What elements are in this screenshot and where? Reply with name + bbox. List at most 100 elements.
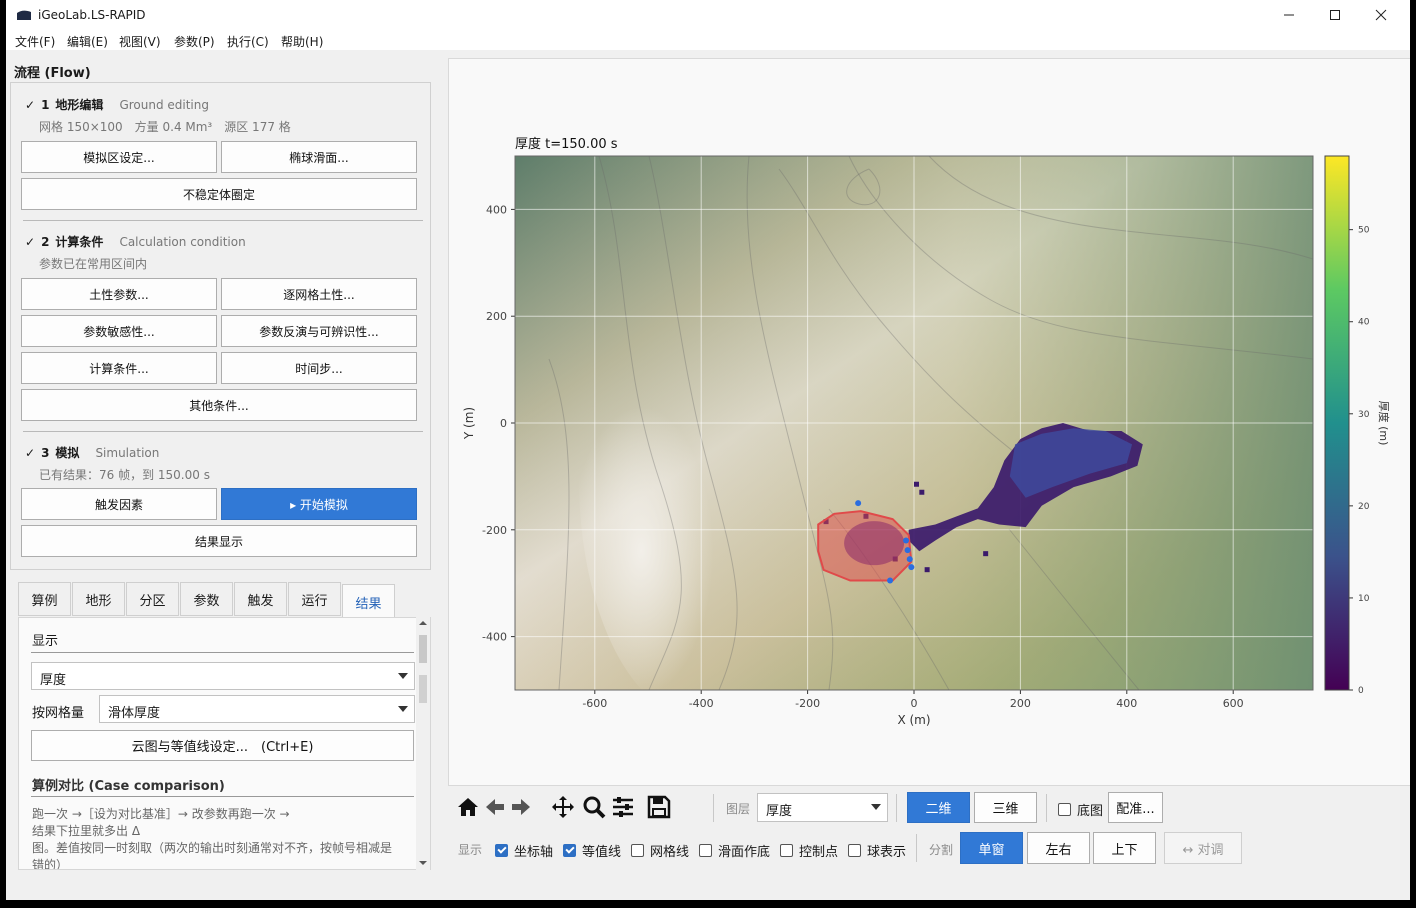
calc-conditions-button[interactable]: 计算条件... — [21, 352, 217, 384]
results-panel: 显示 厚度 按网格量 滑体厚度 云图与等值线设定... (Ctrl+E) 算例对… — [18, 617, 431, 870]
colorbar-tick-label: 10 — [1358, 594, 1370, 604]
tab-results[interactable]: 结果 — [342, 584, 395, 620]
y-axis-label: Y (m) — [462, 407, 476, 440]
sphere-checkbox[interactable]: 球表示 — [848, 841, 906, 860]
display-select[interactable]: 厚度 — [31, 662, 415, 690]
case-comparison-title: 算例对比 (Case comparison) — [32, 779, 225, 794]
grid-quantity-select[interactable]: 滑体厚度 — [99, 695, 415, 723]
step3-header: ✓ 3 模拟 Simulation — [25, 446, 160, 460]
show-results-button[interactable]: 结果显示 — [21, 525, 417, 557]
save-icon[interactable] — [646, 794, 672, 820]
flow-box: ✓ 1 地形编辑 Ground editing 网格 150×100 方量 0.4 M… — [10, 82, 431, 570]
zoom-icon[interactable] — [581, 794, 607, 820]
contours-checkbox[interactable]: 等值线 — [563, 841, 621, 860]
y-tick-label: 0 — [500, 417, 507, 430]
register-button[interactable]: 配准... — [1108, 792, 1163, 823]
home-icon[interactable] — [455, 794, 481, 820]
divider — [713, 794, 714, 822]
divider — [31, 652, 414, 653]
tab-run[interactable]: 运行 — [288, 582, 341, 616]
basemap-checkbox[interactable]: 底图 — [1058, 800, 1103, 819]
ellipsoid-surface-button[interactable]: 椭球滑面... — [221, 141, 417, 173]
control-point-marker — [903, 537, 910, 544]
back-icon[interactable] — [482, 794, 508, 820]
step3-summary: 已有结果：76 帧，到 150.00 s — [39, 468, 210, 482]
view-3d-button[interactable]: 三维 — [974, 792, 1037, 823]
sim-area-button[interactable]: 模拟区设定... — [21, 141, 217, 173]
control-point-marker — [906, 556, 913, 563]
step1-header: ✓ 1 地形编辑 Ground editing — [25, 98, 209, 112]
colorbar-tick-label: 20 — [1358, 502, 1370, 512]
thickness-map: -600 -400 -200 0 200 400 6004002000-200-400 50… — [462, 136, 1391, 727]
comparison-note-1: 跑一次 →［设为对比基准］→ 改参数再跑一次 → — [32, 807, 290, 821]
layer-select[interactable]: 厚度 — [757, 793, 888, 822]
step2-header: ✓ 2 计算条件 Calculation condition — [25, 235, 246, 249]
divider — [23, 220, 423, 221]
per-cell-soil-button[interactable]: 逐网格土性... — [221, 278, 417, 310]
menu-edit[interactable]: 编辑(E) — [67, 33, 108, 50]
other-conditions-button[interactable]: 其他条件... — [21, 389, 417, 421]
left-panel: 流程 (Flow) ✓ 1 地形编辑 Ground editing 网格 150×10… — [6, 50, 436, 870]
comparison-note-3: 图。差值按同一时刻取（两次的输出时刻通常对不齐，按帧号相减是 — [32, 841, 393, 855]
single-window-button[interactable]: 单窗 — [960, 832, 1023, 864]
forward-icon[interactable] — [508, 794, 534, 820]
colorbar-label: 厚度 (m) — [1377, 401, 1391, 446]
divider — [916, 834, 917, 862]
soil-params-button[interactable]: 土性参数... — [21, 278, 217, 310]
settings-icon[interactable] — [610, 794, 636, 820]
menu-view[interactable]: 视图(V) — [119, 33, 161, 50]
contour-settings-button[interactable]: 云图与等值线设定... (Ctrl+E) — [31, 730, 414, 761]
slip-surface-checkbox[interactable]: 滑面作底 — [699, 841, 770, 860]
pan-icon[interactable] — [550, 794, 576, 820]
menu-run[interactable]: 执行(C) — [227, 33, 269, 50]
x-tick-label: -200 — [795, 697, 820, 710]
swap-button[interactable]: ↔ 对调 — [1164, 832, 1242, 864]
trigger-button[interactable]: 触发因素 — [21, 488, 217, 520]
y-tick-label: -400 — [482, 631, 507, 644]
source-core — [844, 521, 905, 566]
panel-scrollbar[interactable] — [416, 617, 430, 870]
x-tick-label: 400 — [1116, 697, 1137, 710]
tab-zone[interactable]: 分区 — [126, 582, 179, 616]
layer-label: 图层 — [726, 802, 751, 816]
comparison-note-4: 错的） — [32, 858, 69, 870]
flow-title: 流程 (Flow) — [14, 66, 91, 81]
view-2d-button[interactable]: 二维 — [907, 792, 970, 823]
x-axis-label: X (m) — [897, 713, 930, 727]
chevron-down-icon — [398, 673, 408, 679]
x-tick-label: -400 — [689, 697, 714, 710]
app-logo-icon — [17, 8, 31, 20]
deposit-cell — [919, 489, 925, 495]
gridlines-checkbox[interactable]: 网格线 — [631, 841, 689, 860]
tab-trigger[interactable]: 触发 — [234, 582, 287, 616]
top-bottom-button[interactable]: 上下 — [1093, 832, 1156, 864]
left-right-button[interactable]: 左右 — [1027, 832, 1090, 864]
control-point-marker — [855, 500, 862, 507]
show-label: 显示 — [458, 843, 483, 857]
y-tick-label: 400 — [486, 203, 507, 216]
tab-params[interactable]: 参数 — [180, 582, 233, 616]
plot-area[interactable]: -600 -400 -200 0 200 400 600 400 200 0 -200 -400 50… — [448, 58, 1410, 786]
tab-terrain[interactable]: 地形 — [72, 582, 125, 616]
divider — [31, 796, 414, 797]
minimize-button[interactable] — [1266, 0, 1312, 30]
display-label: 显示 — [32, 634, 59, 649]
step2-summary: 参数已在常用区间内 — [39, 257, 148, 271]
close-button[interactable] — [1358, 0, 1404, 30]
axes-checkbox[interactable]: 坐标轴 — [495, 841, 553, 860]
tab-case[interactable]: 算例 — [18, 582, 71, 616]
divider — [896, 794, 897, 822]
time-step-button[interactable]: 时间步... — [221, 352, 417, 384]
sensitivity-button[interactable]: 参数敏感性... — [21, 315, 217, 347]
plot-toolbar: 图层 厚度 二维 三维 底图 配准... 显示 坐标轴 等值线 网格线 滑面作底… — [448, 786, 1410, 870]
menu-file[interactable]: 文件(F) — [15, 33, 55, 50]
menu-help[interactable]: 帮助(H) — [281, 33, 323, 50]
control-point-marker — [908, 564, 915, 571]
inversion-button[interactable]: 参数反演与可辨识性... — [221, 315, 417, 347]
menu-params[interactable]: 参数(P) — [174, 33, 215, 50]
control-points-checkbox[interactable]: 控制点 — [780, 841, 838, 860]
maximize-button[interactable] — [1312, 0, 1358, 30]
start-simulation-button[interactable]: ▸ 开始模拟 — [221, 488, 417, 520]
unstable-mass-button[interactable]: 不稳定体圈定 — [21, 178, 417, 210]
y-tick-label: -200 — [482, 524, 507, 537]
